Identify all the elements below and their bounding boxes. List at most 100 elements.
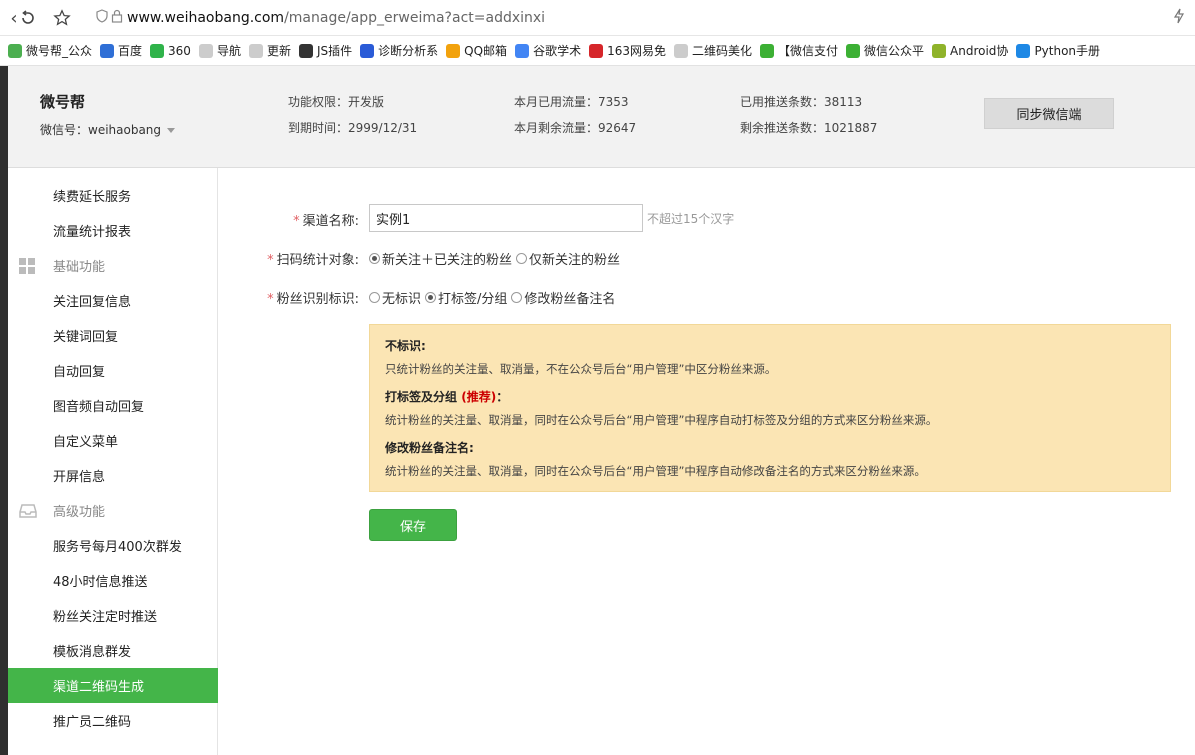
sync-wechat-button[interactable]: 同步微信端 (984, 98, 1114, 129)
url-domain: www.weihaobang.com (127, 10, 285, 26)
bookmark-label: JS插件 (316, 44, 353, 58)
sidebar-item[interactable]: 48小时信息推送 (8, 563, 218, 598)
sidebar-item[interactable]: 服务号每月400次群发 (8, 528, 218, 563)
sidebar-item[interactable]: 模板消息群发 (8, 633, 218, 668)
stat-used-traffic: 本月已用流量：7353 (514, 95, 629, 109)
shield-icon (96, 9, 108, 27)
radio-button[interactable] (516, 253, 528, 264)
url-field[interactable]: www.weihaobang.com/manage/app_erweima?ac… (96, 6, 545, 30)
sidebar-item-label: 自动回复 (53, 365, 106, 380)
stat-remaining-traffic: 本月剩余流量：92647 (514, 121, 637, 135)
bookmarks-bar: 微号帮_公众 百度 360 导航 更新 JS插件 诊断分析系 QQ邮箱 谷歌学术 163网易免 二维… (0, 36, 1195, 66)
bookmark-item[interactable]: JS插件 (298, 42, 353, 59)
stat-permission: 功能权限：开发版 (288, 95, 385, 109)
netease-icon (589, 43, 604, 58)
radio-button[interactable] (511, 292, 523, 303)
bookmark-item[interactable]: 163网易免 (589, 42, 666, 59)
bookmark-item[interactable]: Android协 (932, 42, 1008, 59)
sidebar-item[interactable]: 渠道二维码生成 (8, 668, 218, 703)
notice-title-no-mark: 不标识: (385, 339, 426, 353)
google-icon (515, 43, 530, 58)
sidebar-item[interactable]: 自定义菜单 (8, 423, 218, 458)
notice-text-remark: 统计粉丝的关注量、取消量，同时在公众号后台“用户管理”中程序自动修改备注名的方式… (385, 464, 926, 478)
sidebar-item[interactable]: 流量统计报表 (8, 213, 218, 248)
recommended-badge: (推荐) (461, 390, 497, 404)
scan-target-option[interactable]: 仅新关注的粉丝 (516, 249, 620, 268)
save-button[interactable]: 保存 (369, 509, 457, 541)
channel-name-input[interactable] (369, 204, 643, 232)
account-id-dropdown[interactable]: 微信号：weihaobang (40, 121, 176, 138)
sidebar-item-label: 续费延长服务 (53, 190, 132, 205)
bookmark-label: 二维码美化 (691, 44, 752, 58)
fan-mark-option[interactable]: 修改粉丝备注名 (511, 288, 615, 307)
account-header: 微号帮 微信号：weihaobang 功能权限：开发版 到期时间：2999/12… (8, 66, 1195, 168)
radio-button[interactable] (369, 292, 380, 303)
main-form: *渠道名称: 不超过15个汉字 *扫码统计对象: 新关注＋已关注的粉丝 仅新关注的… (219, 168, 1195, 755)
wechat-icon (760, 43, 774, 58)
sidebar-item[interactable]: 开屏信息 (8, 458, 218, 493)
star-icon[interactable] (50, 6, 74, 30)
bookmark-label: 微信公众平 (864, 44, 925, 58)
page-icon (198, 43, 213, 58)
stat-expiry: 到期时间：2999/12/31 (288, 121, 418, 135)
bookmark-item[interactable]: 微号帮_公众 (8, 42, 92, 59)
scan-target-radio-group: 新关注＋已关注的粉丝 仅新关注的粉丝 (369, 249, 624, 268)
sidebar-item-label: 推广员二维码 (53, 715, 132, 730)
scan-target-label: * 扫码统计对象: (267, 253, 359, 268)
sidebar-item[interactable]: 关键词回复 (8, 318, 218, 353)
bookmark-item[interactable]: 360 (150, 43, 191, 58)
bookmark-item[interactable]: 更新 (248, 42, 291, 59)
bookmark-label: 360 (168, 43, 191, 58)
required-mark: * (267, 253, 274, 268)
inbox-icon (19, 503, 37, 519)
fan-mark-radio-group: 无标识 打标签/分组 修改粉丝备注名 (369, 288, 619, 307)
url-path: /manage/app_erweima?act=addxinxi (284, 10, 546, 26)
bookmark-label: 导航 (216, 44, 241, 58)
bookmark-label: 百度 (118, 44, 143, 58)
android-icon (932, 43, 947, 58)
lightning-icon[interactable] (1173, 8, 1185, 28)
sidebar-item[interactable]: 关注回复信息 (8, 283, 218, 318)
bookmark-item[interactable]: Python手册 (1016, 42, 1100, 59)
sidebar-item[interactable]: 推广员二维码 (8, 703, 218, 738)
sidebar-section: 基础功能 (8, 248, 218, 283)
radio-button[interactable] (425, 292, 437, 303)
left-dark-strip (0, 66, 8, 755)
bookmark-label: 谷歌学术 (533, 44, 582, 58)
sidebar-item-label: 48小时信息推送 (53, 575, 148, 590)
fan-mark-option[interactable]: 无标识 (369, 288, 421, 307)
diagnosis-icon (360, 43, 375, 58)
sidebar-item[interactable]: 粉丝关注定时推送 (8, 598, 218, 633)
caret-down-icon (167, 128, 176, 133)
bookmark-item[interactable]: 二维码美化 (673, 42, 752, 59)
bookmark-label: 【微信支付 (778, 44, 839, 58)
notice-text-tag: 统计粉丝的关注量、取消量，同时在公众号后台“用户管理”中程序自动打标签及分组的方… (385, 413, 938, 427)
browser-address-bar: ‹ www.weihaobang.com/manage/app_erweima?… (0, 0, 1195, 36)
page-icon (248, 43, 263, 58)
bookmark-item[interactable]: 导航 (198, 42, 241, 59)
fan-mark-option[interactable]: 打标签/分组 (425, 288, 507, 307)
bookmark-item[interactable]: 微信公众平 (846, 42, 924, 59)
sidebar-item-label: 流量统计报表 (53, 225, 132, 240)
lock-icon (111, 9, 123, 27)
bookmark-label: 微号帮_公众 (26, 44, 93, 58)
bookmark-item[interactable]: QQ邮箱 (446, 42, 507, 59)
radio-label: 打标签/分组 (438, 292, 508, 307)
account-id-text: 微信号：weihaobang (40, 123, 162, 137)
bookmark-item[interactable]: 谷歌学术 (515, 42, 581, 59)
sidebar-item[interactable]: 图音频自动回复 (8, 388, 218, 423)
bookmark-label: Android协 (950, 44, 1009, 58)
radio-button[interactable] (369, 253, 380, 264)
notice-title-remark: 修改粉丝备注名: (385, 441, 474, 455)
sidebar-item-label: 粉丝关注定时推送 (53, 610, 158, 625)
scan-target-option[interactable]: 新关注＋已关注的粉丝 (369, 249, 512, 268)
sidebar-item[interactable]: 续费延长服务 (8, 178, 218, 213)
fan-mark-label: * 粉丝识别标识: (267, 292, 359, 307)
bookmark-item[interactable]: 诊断分析系 (360, 42, 438, 59)
reload-icon[interactable] (16, 6, 40, 30)
bookmark-label: 163网易免 (607, 44, 666, 58)
bookmark-item[interactable]: 百度 (100, 42, 142, 59)
bookmark-item[interactable]: 【微信支付 (760, 42, 838, 59)
sidebar-item-label: 自定义菜单 (53, 435, 119, 450)
sidebar-item[interactable]: 自动回复 (8, 353, 218, 388)
